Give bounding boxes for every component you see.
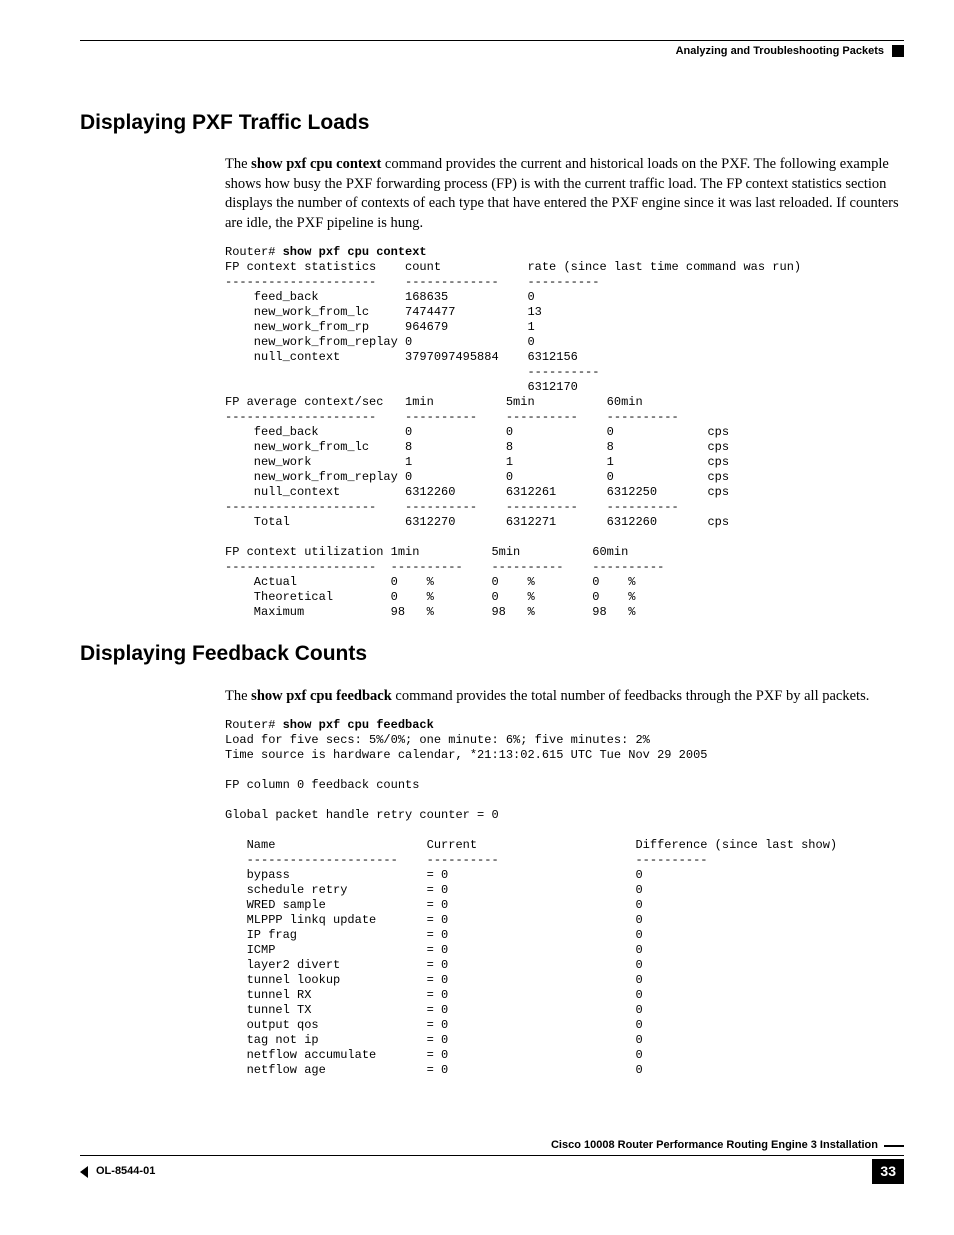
- page-footer: Cisco 10008 Router Performance Routing E…: [80, 1138, 904, 1184]
- cli-cmd: show pxf cpu context: [283, 245, 427, 259]
- cli-output-feedback: Router# show pxf cpu feedback Load for f…: [225, 718, 904, 1078]
- section2-paragraph: The show pxf cpu feedback command provid…: [225, 687, 904, 707]
- section1-paragraph: The show pxf cpu context command provide…: [225, 155, 904, 233]
- cli-prompt: Router#: [225, 245, 283, 259]
- cli-body-2: Load for five secs: 5%/0%; one minute: 6…: [225, 733, 837, 1077]
- cli-output-context: Router# show pxf cpu context FP context …: [225, 245, 904, 620]
- footer-doc-title: Cisco 10008 Router Performance Routing E…: [551, 1138, 878, 1153]
- inline-cmd: show pxf cpu context: [251, 156, 381, 172]
- page-header: Analyzing and Troubleshooting Packets: [80, 40, 904, 59]
- section-heading-pxf-traffic: Displaying PXF Traffic Loads: [80, 109, 904, 137]
- inline-cmd-2: show pxf cpu feedback: [251, 688, 392, 704]
- page-number: 33: [872, 1159, 904, 1184]
- footer-rule-icon: [884, 1145, 904, 1147]
- left-arrow-icon: [80, 1166, 88, 1178]
- section-heading-feedback: Displaying Feedback Counts: [80, 640, 904, 668]
- cli-body: FP context statistics count rate (since …: [225, 260, 801, 619]
- cli-cmd-2: show pxf cpu feedback: [283, 718, 434, 732]
- doc-id: OL-8544-01: [96, 1164, 155, 1179]
- cli-prompt-2: Router#: [225, 718, 283, 732]
- chapter-title: Analyzing and Troubleshooting Packets: [676, 44, 884, 59]
- header-marker-icon: [892, 45, 904, 57]
